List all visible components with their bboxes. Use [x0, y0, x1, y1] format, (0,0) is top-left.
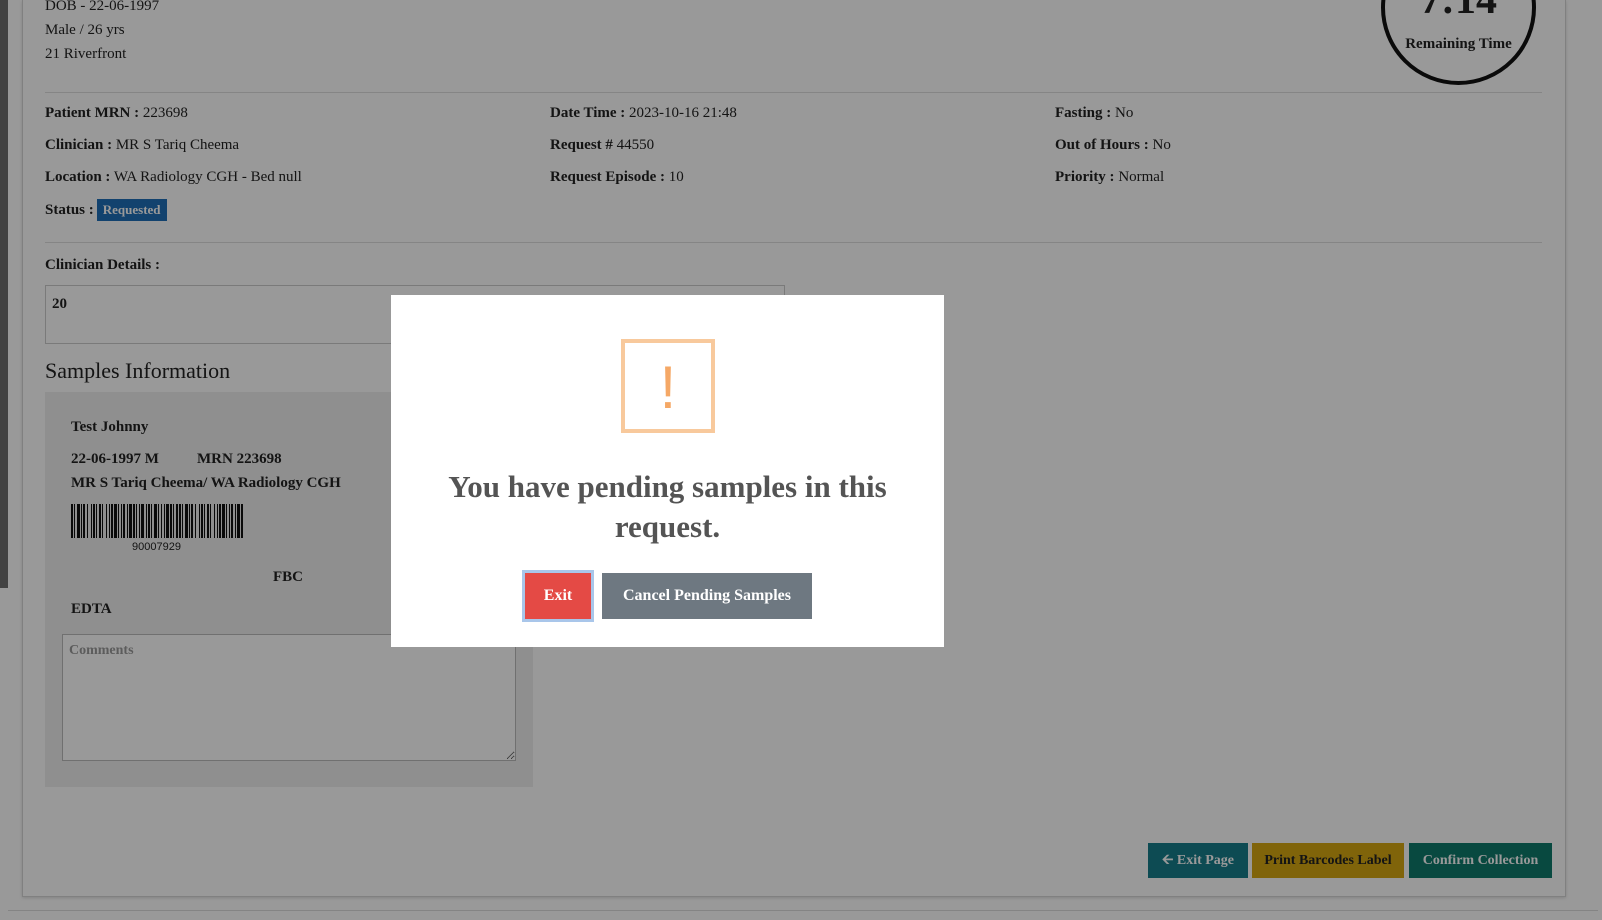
- modal-overlay[interactable]: ! You have pending samples in this reque…: [0, 0, 1602, 920]
- modal-message: You have pending samples in this request…: [448, 469, 887, 544]
- pending-samples-modal: ! You have pending samples in this reque…: [391, 295, 944, 647]
- exit-button[interactable]: Exit: [525, 573, 591, 619]
- warning-icon: !: [621, 339, 715, 433]
- cancel-pending-samples-button[interactable]: Cancel Pending Samples: [602, 573, 812, 619]
